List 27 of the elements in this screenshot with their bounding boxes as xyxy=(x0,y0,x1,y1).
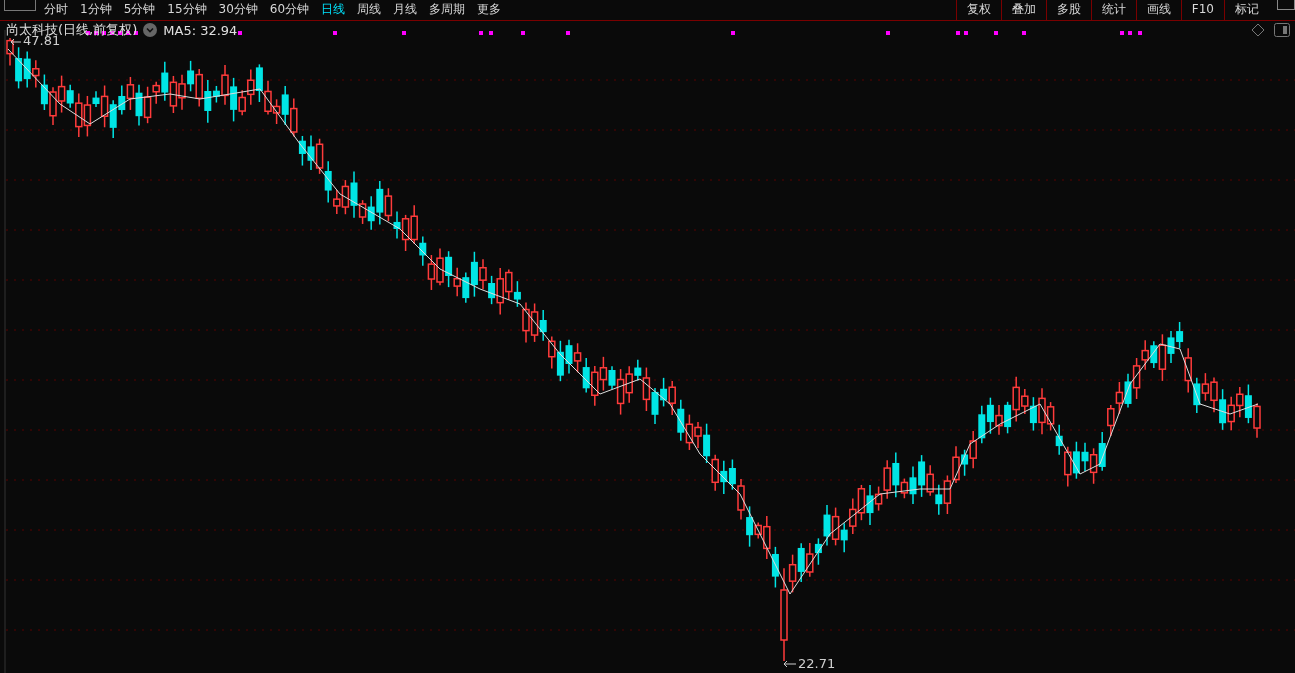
toolbar-button[interactable]: F10 xyxy=(1180,0,1224,20)
period-tab[interactable]: 多周期 xyxy=(425,0,474,19)
toolbar-button[interactable]: 复权 xyxy=(955,0,1001,20)
window-icon[interactable] xyxy=(1277,0,1295,10)
toolbar-button[interactable]: 多股 xyxy=(1045,0,1091,20)
arrow-icon xyxy=(10,38,22,46)
period-tab[interactable]: 5分钟 xyxy=(119,0,164,19)
period-tab[interactable]: 日线 xyxy=(317,0,354,19)
toolbar-button[interactable]: 叠加 xyxy=(1000,0,1046,20)
chevron-down-icon[interactable] xyxy=(143,23,158,37)
period-tab[interactable]: 60分钟 xyxy=(265,0,318,19)
period-tab[interactable]: 1分钟 xyxy=(76,0,120,19)
arrow-icon xyxy=(783,660,797,668)
toolbar-button[interactable]: 画线 xyxy=(1135,0,1181,20)
indicator-value: MA5: 32.94 xyxy=(163,22,238,38)
period-tab[interactable]: 周线 xyxy=(353,0,390,19)
menu-icon[interactable] xyxy=(4,0,36,11)
period-tab[interactable]: 更多 xyxy=(473,0,510,19)
period-tab[interactable]: 分时 xyxy=(40,0,76,19)
diamond-icon[interactable] xyxy=(1251,23,1265,37)
period-tab[interactable]: 月线 xyxy=(389,0,426,19)
period-tab[interactable]: 15分钟 xyxy=(163,0,215,19)
panel-toggle-icon[interactable] xyxy=(1274,23,1290,37)
toolbar-button[interactable]: 统计 xyxy=(1090,0,1136,20)
low-price-label: 22.71 xyxy=(798,656,836,671)
period-tab[interactable]: 30分钟 xyxy=(214,0,266,19)
toolbar-button[interactable]: 标记 xyxy=(1224,0,1269,20)
